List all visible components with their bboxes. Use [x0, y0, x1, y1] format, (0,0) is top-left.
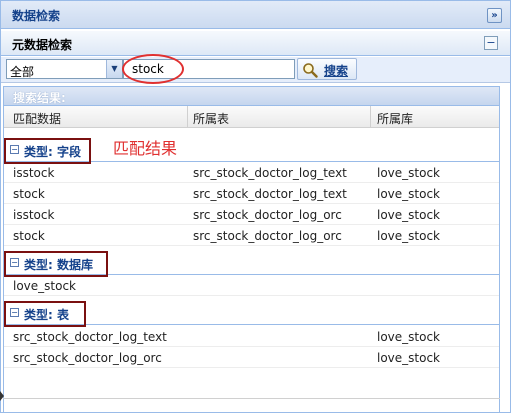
column-header-match[interactable]: 匹配数据: [13, 110, 61, 127]
cell-match: src_stock_doctor_log_text: [13, 330, 167, 344]
metadata-search-header: 元数据检索 −: [1, 31, 510, 56]
cell-database: love_stock: [377, 166, 441, 180]
scope-select[interactable]: 全部 ▼: [6, 59, 123, 79]
cell-database: love_stock: [377, 330, 441, 344]
cell-match: src_stock_doctor_log_orc: [13, 351, 162, 365]
cell-database: love_stock: [377, 351, 441, 365]
table-row[interactable]: src_stock_doctor_log_text love_stock: [4, 326, 499, 347]
collapse-group-icon[interactable]: −: [10, 258, 19, 267]
grid-header: 匹配数据 所属表 所属库: [4, 106, 499, 128]
resize-handle-icon[interactable]: [0, 391, 4, 401]
results-title: 搜索结果:: [13, 91, 66, 105]
scope-select-value: 全部: [10, 65, 35, 79]
panel-header: 数据检索 »: [1, 1, 510, 29]
cell-table: src_stock_doctor_log_text: [193, 187, 347, 201]
group-label: 类型: 表: [24, 308, 69, 322]
table-row[interactable]: src_stock_doctor_log_orc love_stock: [4, 347, 499, 368]
results-header: 搜索结果:: [3, 86, 500, 106]
group-header-field[interactable]: − 类型: 字段: [4, 140, 499, 162]
column-divider[interactable]: [370, 106, 371, 128]
grid-footer: [3, 398, 500, 412]
collapse-panel-icon[interactable]: »: [487, 8, 502, 23]
collapse-section-icon[interactable]: −: [484, 36, 498, 50]
cell-database: love_stock: [377, 208, 441, 222]
cell-database: love_stock: [377, 229, 441, 243]
table-row[interactable]: stock src_stock_doctor_log_text love_sto…: [4, 183, 499, 204]
column-divider[interactable]: [187, 106, 188, 128]
chevron-down-icon[interactable]: ▼: [106, 60, 122, 78]
group-header-table[interactable]: − 类型: 表: [4, 303, 499, 325]
results-grid: 匹配数据 所属表 所属库 − 类型: 字段 isstock src_stock_…: [3, 106, 500, 412]
search-input[interactable]: [123, 59, 295, 79]
cell-match: isstock: [13, 208, 55, 222]
search-button[interactable]: 搜索: [297, 58, 357, 80]
cell-match: isstock: [13, 166, 55, 180]
cell-match: love_stock: [13, 279, 77, 293]
table-row[interactable]: stock src_stock_doctor_log_orc love_stoc…: [4, 225, 499, 246]
search-button-label: 搜索: [324, 64, 349, 78]
group-label: 类型: 数据库: [24, 258, 93, 272]
collapse-group-icon[interactable]: −: [10, 145, 19, 154]
search-icon: [303, 63, 318, 78]
column-header-database[interactable]: 所属库: [377, 110, 413, 127]
cell-table: src_stock_doctor_log_text: [193, 166, 347, 180]
cell-table: src_stock_doctor_log_orc: [193, 229, 342, 243]
cell-database: love_stock: [377, 187, 441, 201]
section-title: 元数据检索: [12, 38, 73, 52]
group-label: 类型: 字段: [24, 145, 81, 159]
table-row[interactable]: love_stock: [4, 275, 499, 296]
table-row[interactable]: isstock src_stock_doctor_log_text love_s…: [4, 162, 499, 183]
table-row[interactable]: isstock src_stock_doctor_log_orc love_st…: [4, 204, 499, 225]
group-header-database[interactable]: − 类型: 数据库: [4, 253, 499, 275]
column-header-table[interactable]: 所属表: [193, 110, 229, 127]
search-toolbar: 全部 ▼ 搜索: [1, 57, 510, 83]
cell-table: src_stock_doctor_log_orc: [193, 208, 342, 222]
panel-title: 数据检索: [12, 9, 61, 23]
cell-match: stock: [13, 187, 45, 201]
annotation-text: 匹配结果: [113, 139, 178, 158]
cell-match: stock: [13, 229, 45, 243]
collapse-group-icon[interactable]: −: [10, 308, 19, 317]
